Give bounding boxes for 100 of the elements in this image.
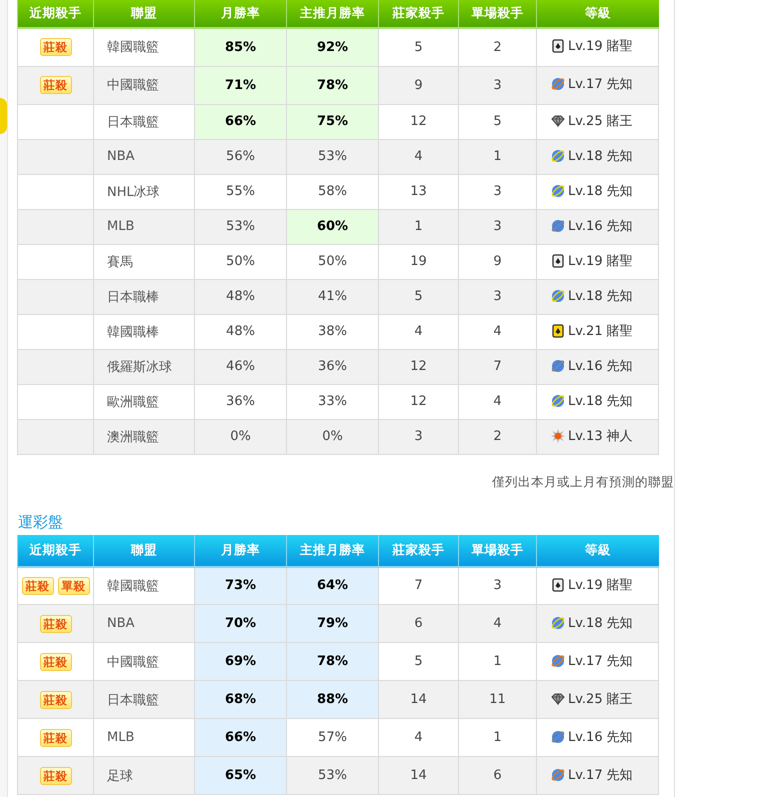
side-tab[interactable] xyxy=(0,98,7,134)
table-cell: 俄羅斯冰球 xyxy=(94,349,194,384)
planet-icon xyxy=(551,768,565,782)
table-cell: 53% xyxy=(194,209,286,244)
table-cell: 3 xyxy=(458,66,536,104)
killer-badge: 莊殺 xyxy=(40,652,72,670)
table-cell: 12 xyxy=(378,384,458,419)
column-header: 等級 xyxy=(536,0,658,28)
table-cell: 68% xyxy=(194,680,286,718)
column-header: 等級 xyxy=(536,534,658,566)
table-cell: 6 xyxy=(458,756,536,794)
footnote: 僅列出本月或上月有預測的聯盟 xyxy=(491,474,674,490)
killer-badge: 莊殺 xyxy=(40,38,72,56)
table-cell: 50% xyxy=(286,244,378,279)
table-cell: 1 xyxy=(378,209,458,244)
planet-icon xyxy=(551,654,565,668)
table-cell: 48% xyxy=(194,279,286,314)
table-cell: 85% xyxy=(194,28,286,66)
killer-badge: 莊殺 xyxy=(40,690,72,708)
planet-icon xyxy=(551,77,565,91)
table-cell: 69% xyxy=(194,642,286,680)
card-icon xyxy=(551,324,565,338)
sun-icon xyxy=(551,428,565,442)
table-cell: 12 xyxy=(378,349,458,384)
column-header: 月勝率 xyxy=(194,0,286,28)
rank-label: Lv.25 賭王 xyxy=(568,112,633,130)
card-icon xyxy=(551,39,565,54)
card-icon xyxy=(551,254,565,268)
planet-icon xyxy=(551,358,565,372)
column-header: 月勝率 xyxy=(194,534,286,566)
table-cell: 9 xyxy=(378,66,458,104)
table-cell: 1 xyxy=(458,139,536,174)
killer-badge: 莊殺 xyxy=(40,766,72,784)
table-cell: 賽馬 xyxy=(94,244,194,279)
table-cell: 2 xyxy=(458,28,536,66)
table-cell: 14 xyxy=(378,680,458,718)
table-cell: 73% xyxy=(194,566,286,604)
table-cell: 36% xyxy=(286,349,378,384)
table-cell: 7 xyxy=(458,349,536,384)
table-cell: 4 xyxy=(458,384,536,419)
planet-icon xyxy=(551,218,565,232)
table-cell: 58% xyxy=(286,174,378,209)
table-cell: 4 xyxy=(378,139,458,174)
column-header: 莊家殺手 xyxy=(378,534,458,566)
table-cell: 5 xyxy=(378,28,458,66)
planet-icon xyxy=(551,394,565,408)
table-cell: 足球 xyxy=(94,756,194,794)
table-cell: 38% xyxy=(286,314,378,349)
table-cell: 3 xyxy=(458,174,536,209)
killer-badge: 莊殺 xyxy=(40,76,72,94)
table-cell: 53% xyxy=(286,139,378,174)
table-cell: 56% xyxy=(194,139,286,174)
rank-label: Lv.16 先知 xyxy=(568,728,633,746)
table-cell: 日本職棒 xyxy=(94,279,194,314)
column-header: 單場殺手 xyxy=(458,534,536,566)
table-cell: 33% xyxy=(286,384,378,419)
table-cell: 6 xyxy=(378,604,458,642)
planet-icon xyxy=(551,148,565,162)
table-cell: 78% xyxy=(286,642,378,680)
table-cell: 韓國職棒 xyxy=(94,314,194,349)
table-cell: NBA xyxy=(94,604,194,642)
table-cell: 66% xyxy=(194,718,286,756)
planet-icon xyxy=(551,730,565,744)
rank-label: Lv.25 賭王 xyxy=(568,690,633,708)
table-cell: 88% xyxy=(286,680,378,718)
table-cell: 13 xyxy=(378,174,458,209)
planet-icon xyxy=(551,288,565,302)
table-cell: 19 xyxy=(378,244,458,279)
table-cell: 70% xyxy=(194,604,286,642)
column-header: 近期殺手 xyxy=(18,534,94,566)
table-cell: 78% xyxy=(286,66,378,104)
table-cell: 澳洲職籃 xyxy=(94,419,194,454)
table-cell: 55% xyxy=(194,174,286,209)
rank-label: Lv.17 先知 xyxy=(568,652,633,670)
planet-icon xyxy=(551,616,565,630)
table-cell: 歐洲職籃 xyxy=(94,384,194,419)
table-cell: 60% xyxy=(286,209,378,244)
table-cell: 48% xyxy=(194,314,286,349)
table-cell: 46% xyxy=(194,349,286,384)
killer-badge: 單殺 xyxy=(58,576,90,595)
column-header: 近期殺手 xyxy=(18,0,94,28)
killer-badge: 莊殺 xyxy=(40,728,72,746)
column-header: 單場殺手 xyxy=(458,0,536,28)
table-cell: 4 xyxy=(378,314,458,349)
table-cell: NBA xyxy=(94,139,194,174)
rank-label: Lv.18 先知 xyxy=(568,182,633,200)
table-cell: 65% xyxy=(194,756,286,794)
table-cell: 4 xyxy=(458,604,536,642)
table-cell: 9 xyxy=(458,244,536,279)
table-cell: 4 xyxy=(458,314,536,349)
rank-label: Lv.19 賭聖 xyxy=(568,252,633,270)
rank-label: Lv.13 神人 xyxy=(568,428,633,444)
table-cell: 12 xyxy=(378,104,458,139)
table-cell: 3 xyxy=(378,419,458,454)
killer-badge: 莊殺 xyxy=(22,576,54,595)
table-cell: 64% xyxy=(286,566,378,604)
killer-badge: 莊殺 xyxy=(40,614,72,632)
table-cell: 14 xyxy=(378,756,458,794)
column-header: 聯盟 xyxy=(94,534,194,566)
column-header: 聯盟 xyxy=(94,0,194,28)
